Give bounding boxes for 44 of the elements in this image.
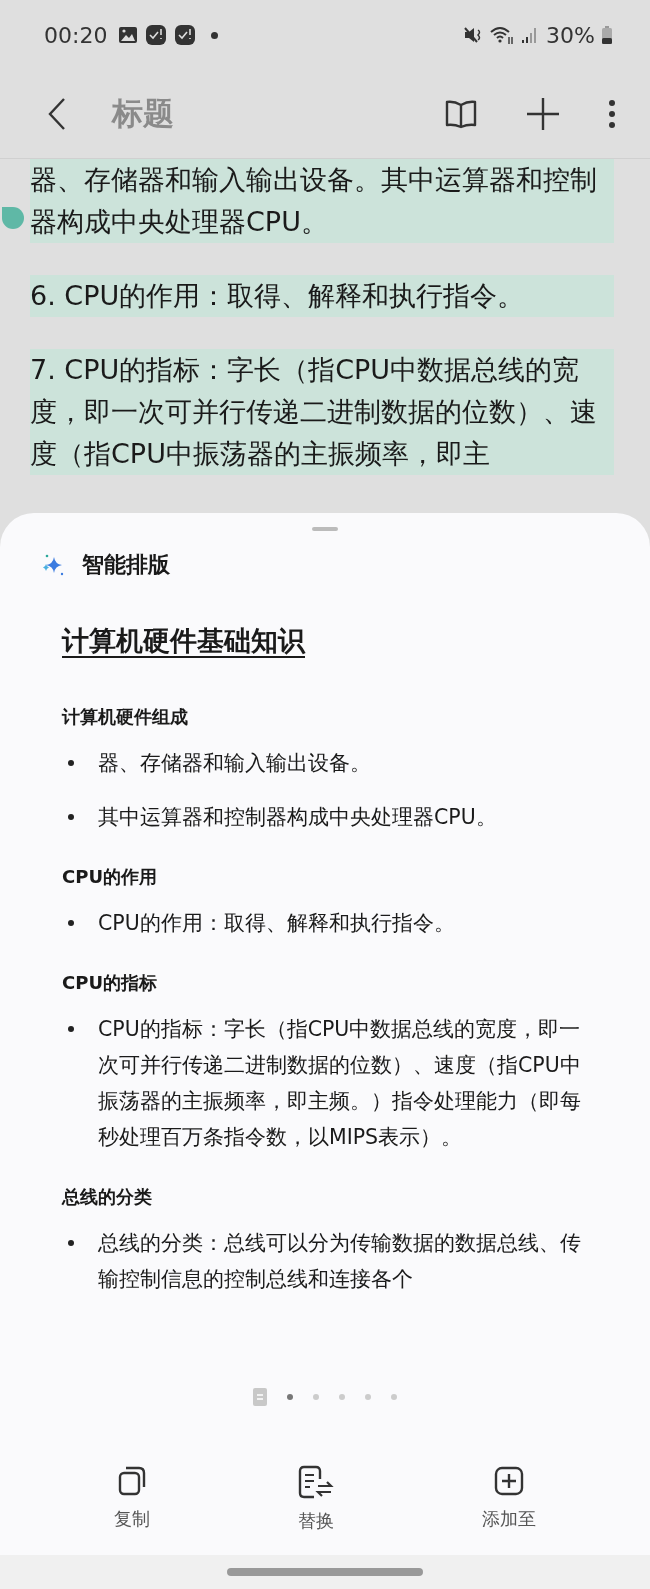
bullet-text: CPU的指标：字长（指CPU中数据总线的宽度，即一次可并行传递二进制数据的位数）、速度（指CPU中振荡器的主振频率，即主频。）指令处理能力（即每秒处理百万条指令数，以MIPS表示）。 (98, 1016, 582, 1151)
app-notification-icon (145, 24, 168, 46)
page-indicator-dot[interactable] (287, 1394, 293, 1400)
note-paragraph: 7. CPU的指标：字长（指CPU中数据总线的宽度，即一次可并行传递二进制数据的位数）、速度（指CPU中振荡器的主振频率，即主 (30, 349, 614, 475)
clock-time: 00:20 (44, 22, 108, 48)
add-to-button[interactable]: 添加至 (462, 1461, 556, 1537)
bullet-text: 总线的分类：总线可以分为传输数据的数据总线、传输控制信息的控制总线和连接各个 (98, 1230, 582, 1293)
bullet-text: 器、存储器和输入输出设备。 (98, 750, 371, 777)
bullet-icon (68, 920, 74, 926)
copy-icon (117, 1465, 147, 1497)
back-icon (46, 97, 68, 131)
document-icon (253, 1388, 267, 1406)
bullet-text: 其中运算器和控制器构成中央处理器CPU。 (98, 804, 497, 831)
section-heading: 计算机硬件组成 (62, 705, 189, 729)
page-indicator-dot[interactable] (313, 1394, 319, 1400)
home-indicator[interactable] (227, 1568, 423, 1576)
sheet-title: 智能排版 (82, 551, 170, 579)
section-heading: CPU的指标 (62, 971, 159, 995)
page-indicator-dot[interactable] (339, 1394, 345, 1400)
app-notification-icon (174, 24, 197, 46)
battery-percentage: 30% (546, 22, 595, 48)
wifi-icon (490, 25, 515, 45)
document-heading: 计算机硬件基础知识 (62, 624, 307, 658)
page-indicator-dot[interactable] (391, 1394, 397, 1400)
sparkle-icon (40, 552, 66, 578)
image-icon (118, 26, 139, 44)
more-notifications-icon (211, 31, 219, 39)
bullet-icon (68, 1240, 74, 1246)
bullet-icon (68, 814, 74, 820)
note-paragraph: 6. CPU的作用：取得、解释和执行指令。 (30, 275, 614, 317)
selection-handle[interactable] (2, 207, 24, 229)
note-paragraph: 器、存储器和输入输出设备。其中运算器和控制器构成中央处理器CPU。 (30, 159, 614, 243)
drag-handle[interactable] (312, 527, 338, 531)
bullet-icon (68, 1026, 74, 1032)
add-box-icon (493, 1465, 525, 1497)
battery-icon (602, 26, 612, 44)
replace-button[interactable]: 替换 (278, 1461, 354, 1537)
copy-button[interactable]: 复制 (94, 1461, 170, 1537)
page-indicator-dot[interactable] (365, 1394, 371, 1400)
bullet-text: CPU的作用：取得、解释和执行指令。 (98, 910, 455, 937)
section-heading: CPU的作用 (62, 865, 159, 889)
replace-icon (298, 1465, 334, 1499)
section-heading: 总线的分类 (62, 1185, 153, 1209)
bullet-icon (68, 760, 74, 766)
